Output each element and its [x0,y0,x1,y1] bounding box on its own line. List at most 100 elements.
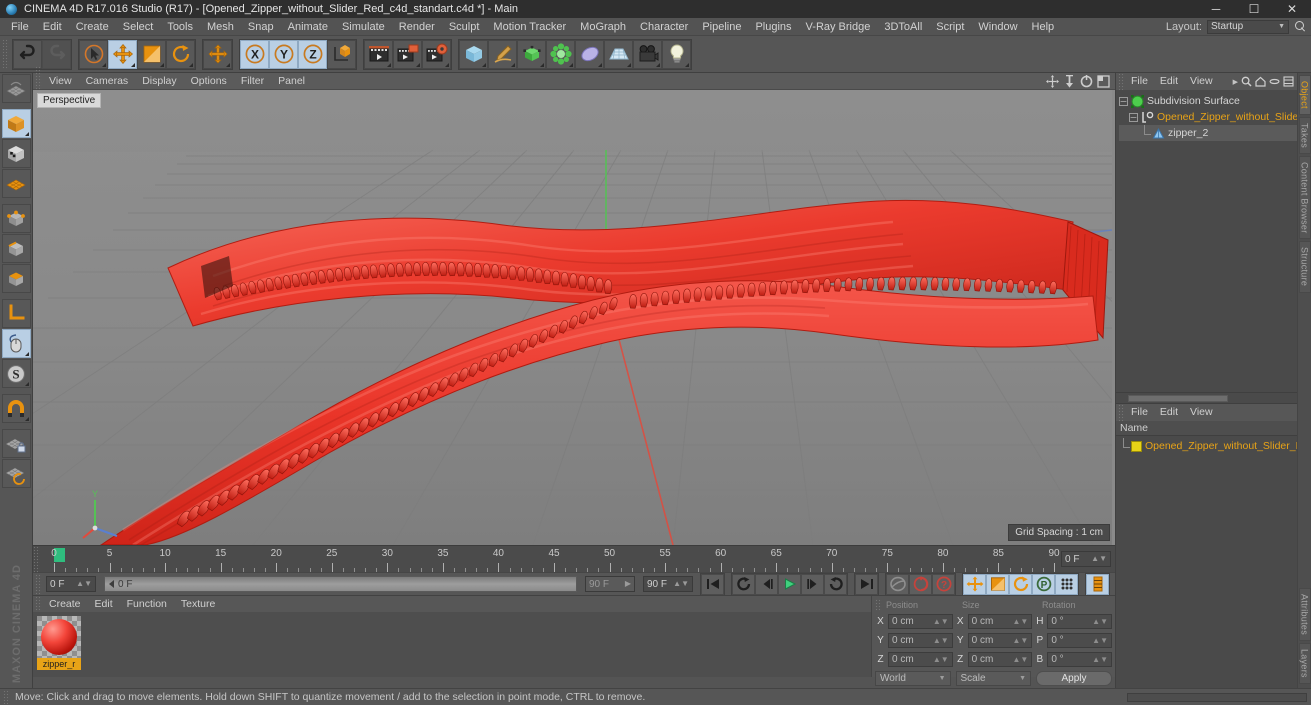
x-axis-lock-button[interactable]: X [240,39,269,69]
world-object-coordinates-button[interactable] [327,39,356,69]
material-grip[interactable] [35,596,42,612]
timeline-ruler[interactable]: 0 5 10 15 20 25 30 35 40 45 50 55 60 65 70 75 80 85 90 [51,546,1060,572]
search-icon[interactable] [1294,20,1307,33]
expand-toggle[interactable]: ─ [1129,112,1138,122]
end-frame-field[interactable]: 90 F ▲▼ [643,576,693,592]
menu-item-v-ray-bridge[interactable]: V-Ray Bridge [799,18,878,36]
menu-item-plugins[interactable]: Plugins [748,18,798,36]
position-field-x[interactable]: 0 cm ▲▼ [888,614,953,629]
vtab-object[interactable]: Object [1298,75,1311,115]
layout-icon[interactable] [1283,76,1294,87]
position-field-z[interactable]: 0 cm ▲▼ [888,652,953,667]
search-icon[interactable] [1241,76,1252,87]
spline-pen-button[interactable] [488,39,517,69]
workplane-mode-button[interactable] [1,169,31,198]
coordinate-grip[interactable] [875,598,882,611]
viewport-menu-filter[interactable]: Filter [234,73,271,90]
object-axis-mode-button[interactable] [1,299,31,328]
render-settings-button[interactable] [422,39,451,69]
tree-row-opened-zipper[interactable]: ─ Opened_Zipper_without_Slider_ [1119,109,1297,125]
vtab-structure[interactable]: Structure [1298,241,1311,293]
menu-item-snap[interactable]: Snap [241,18,281,36]
menu-item-edit[interactable]: Edit [36,18,69,36]
camera-button[interactable] [633,39,662,69]
maximize-button[interactable]: ☐ [1235,0,1273,18]
model-mode-button[interactable] [1,109,31,138]
goto-end-button[interactable] [855,573,878,595]
timeline-view-button[interactable] [1086,573,1109,595]
spinner-icon[interactable]: ▲▼ [673,580,689,588]
viewport-menu-cameras[interactable]: Cameras [79,73,136,90]
make-editable-button[interactable] [1,74,31,103]
vtab-attributes[interactable]: Attributes [1298,588,1311,642]
size-field-x[interactable]: 0 cm ▲▼ [967,614,1033,629]
spinner-icon[interactable]: ▲▼ [1092,636,1108,645]
material-menu-function[interactable]: Function [120,596,174,612]
magnet-tool-button[interactable] [1,394,31,423]
key-position-button[interactable] [963,573,986,595]
rotation-field-p[interactable]: 0 ° ▲▼ [1047,633,1113,648]
attribute-grip[interactable] [1118,404,1125,421]
selection-tool-button[interactable] [79,39,108,69]
redo-button[interactable] [42,39,71,69]
menu-item-select[interactable]: Select [116,18,161,36]
polygon-mode-button[interactable] [1,264,31,293]
transport-grip[interactable] [35,573,42,595]
size-field-z[interactable]: 0 cm ▲▼ [967,652,1033,667]
spinner-icon[interactable]: ▲▼ [933,617,949,626]
menu-item-animate[interactable]: Animate [281,18,335,36]
coordinate-system-dropdown[interactable]: World ▼ [875,671,951,686]
menu-item-3dtoall[interactable]: 3DToAll [877,18,929,36]
menu-overflow-icon[interactable]: ▶ [1233,78,1238,86]
material-list[interactable]: zipper_r [33,612,871,677]
home-icon[interactable] [1255,76,1266,87]
timeline-scrub-bar[interactable]: 0 F [104,576,577,592]
key-scale-button[interactable] [986,573,1009,595]
attribute-row[interactable]: Opened_Zipper_without_Slider_R [1116,438,1297,454]
position-field-y[interactable]: 0 cm ▲▼ [888,633,953,648]
minus-icon[interactable] [1269,76,1280,87]
preview-end-field[interactable]: 90 F ▶ [585,576,635,592]
object-manager-grip[interactable] [1118,73,1125,90]
minimize-button[interactable]: ─ [1197,0,1235,18]
record-active-objects-button[interactable] [886,573,909,595]
scene-object-button[interactable] [575,39,604,69]
vtab-takes[interactable]: Takes [1298,116,1311,154]
z-axis-lock-button[interactable]: Z [298,39,327,69]
object-menu-view[interactable]: View [1184,73,1219,90]
autokeying-button[interactable] [909,573,932,595]
maximize-viewport-icon[interactable] [1097,74,1110,88]
key-point-level-button[interactable] [1055,573,1078,595]
menu-item-help[interactable]: Help [1025,18,1062,36]
spinner-icon[interactable]: ▲▼ [933,655,949,664]
menu-item-script[interactable]: Script [929,18,971,36]
object-tree[interactable]: ─ Subdivision Surface ─ Opened_Zipper_wi… [1116,90,1297,392]
material-item[interactable]: zipper_r [37,616,81,670]
menu-item-motion-tracker[interactable]: Motion Tracker [486,18,573,36]
deformer-button[interactable] [546,39,575,69]
move-tool-button[interactable] [108,39,137,69]
status-grip[interactable] [3,690,10,704]
scale-tool-button[interactable] [137,39,166,69]
edge-mode-button[interactable] [1,234,31,263]
viewport-menu-options[interactable]: Options [184,73,234,90]
status-scrollbar[interactable] [1127,692,1307,702]
point-mode-button[interactable] [1,204,31,233]
size-field-y[interactable]: 0 cm ▲▼ [967,633,1033,648]
generator-button[interactable] [517,39,546,69]
loop-button[interactable] [824,573,847,595]
play-reverse-button[interactable] [732,573,755,595]
toolbar-grip[interactable] [2,39,9,69]
attribute-menu-view[interactable]: View [1184,404,1219,421]
menu-item-file[interactable]: File [4,18,36,36]
spinner-icon[interactable]: ▲▼ [1092,617,1108,626]
object-menu-edit[interactable]: Edit [1154,73,1184,90]
attribute-list[interactable]: Opened_Zipper_without_Slider_R [1116,436,1297,688]
expand-toggle[interactable]: ─ [1119,96,1128,106]
spinner-icon[interactable]: ▲▼ [1013,617,1029,626]
material-menu-edit[interactable]: Edit [88,596,120,612]
spinner-icon[interactable]: ▲▼ [933,636,949,645]
texture-mode-button[interactable] [1,139,31,168]
menu-item-window[interactable]: Window [971,18,1024,36]
apply-button[interactable]: Apply [1036,671,1112,686]
